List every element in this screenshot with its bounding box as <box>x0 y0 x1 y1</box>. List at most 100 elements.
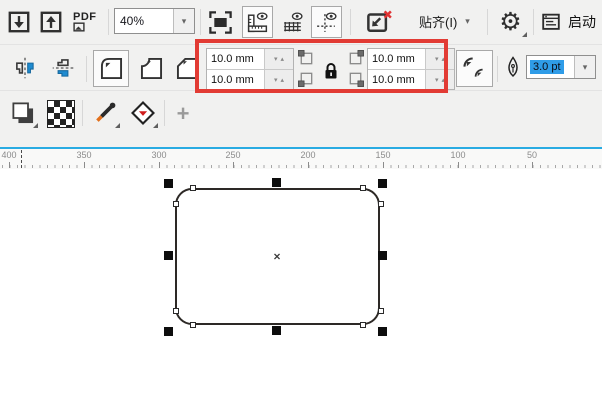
zoom-dropdown-button[interactable]: ▾ <box>173 9 194 33</box>
snap-to-label: 贴齐(I) <box>419 15 458 30</box>
ruler-major-tick <box>9 162 10 168</box>
ruler-origin-marker <box>21 150 22 168</box>
corner-node[interactable] <box>378 308 384 314</box>
separator <box>108 9 109 35</box>
add-button[interactable]: + <box>170 99 196 129</box>
ruler-label: 50 <box>526 150 538 160</box>
import-button[interactable] <box>4 7 34 37</box>
drawing-app-window: PDF 40% ▾ 贴齐(I) ▾ ⚙ 启动 10.0 mm ▾ ▴ 10.0 … <box>0 0 602 410</box>
scalloped-corner-icon <box>140 57 162 80</box>
pdf-image-icon <box>73 22 85 32</box>
corner-node[interactable] <box>360 185 366 191</box>
scalloped-corner-button[interactable] <box>133 50 169 87</box>
show-rulers-toggle[interactable] <box>242 6 273 38</box>
separator <box>164 100 165 126</box>
rulers-icon <box>247 11 268 32</box>
outline-width-combo[interactable]: 3.0 pt ▾ <box>526 55 596 79</box>
ruler-major-tick <box>84 162 85 168</box>
mirror-horizontal-button[interactable] <box>10 53 40 83</box>
selection-handle-middle-left[interactable] <box>164 251 173 260</box>
zoom-level-combo[interactable]: 40% ▾ <box>114 8 195 34</box>
ruler-major-tick <box>159 162 160 168</box>
separator <box>82 100 83 126</box>
snap-to-menu[interactable]: 贴齐(I) ▾ <box>419 12 470 31</box>
ruler-major-tick <box>532 162 533 168</box>
ruler-label: 250 <box>225 150 241 160</box>
outline-width-value[interactable]: 3.0 pt <box>527 56 574 78</box>
mirror-horizontal-icon <box>16 57 34 79</box>
publish-pdf-button[interactable]: PDF <box>69 5 105 39</box>
ruler-label: 200 <box>300 150 316 160</box>
snap-off-button[interactable] <box>358 5 400 39</box>
object-center-mark[interactable]: × <box>273 250 280 264</box>
corner-node[interactable] <box>378 201 384 207</box>
selection-handle-top-right[interactable] <box>378 179 387 188</box>
ruler-major-tick <box>233 162 234 168</box>
ruler-label: 100 <box>450 150 466 160</box>
gear-icon: ⚙ <box>499 7 522 36</box>
selection-handle-top-left[interactable] <box>164 179 173 188</box>
selection-handle-top-center[interactable] <box>272 178 281 187</box>
import-icon <box>8 11 30 33</box>
ruler-minor-ticks <box>2 165 602 168</box>
pdf-label: PDF <box>73 11 97 23</box>
flyout-corner-icon <box>522 32 527 37</box>
ruler-label: 400 <box>1 150 17 160</box>
selection-handle-bottom-center[interactable] <box>272 326 281 335</box>
outline-width-selected-text: 3.0 pt <box>530 60 564 74</box>
flyout-corner-icon <box>153 123 158 128</box>
plus-icon: + <box>176 101 190 126</box>
wireframe-duplicate-button[interactable] <box>6 96 40 130</box>
fill-color-button[interactable] <box>126 96 160 130</box>
show-guidelines-toggle[interactable] <box>311 6 342 38</box>
ruler-major-tick <box>458 162 459 168</box>
selection-handle-bottom-left[interactable] <box>164 327 173 336</box>
export-icon <box>40 11 62 33</box>
ruler-label: 150 <box>375 150 391 160</box>
corner-node[interactable] <box>190 185 196 191</box>
corner-node[interactable] <box>360 322 366 328</box>
relative-corner-scaling-toggle[interactable] <box>456 50 493 87</box>
corner-node[interactable] <box>190 322 196 328</box>
separator <box>487 9 488 35</box>
ruler-label: 300 <box>151 150 167 160</box>
ruler-major-tick <box>308 162 309 168</box>
separator <box>533 9 534 35</box>
selection-handle-bottom-right[interactable] <box>378 327 387 336</box>
flyout-corner-icon <box>115 123 120 128</box>
transparency-button[interactable] <box>46 99 76 129</box>
ruler-major-tick <box>383 162 384 168</box>
checkerboard-icon <box>47 100 75 128</box>
chevron-down-icon: ▾ <box>465 16 470 26</box>
horizontal-ruler[interactable]: 400 350 300 250 200 150 100 50 <box>0 149 602 169</box>
grid-icon <box>284 11 303 31</box>
fullscreen-preview-icon <box>208 10 232 34</box>
mirror-vertical-button[interactable] <box>48 53 78 83</box>
show-grid-toggle[interactable] <box>277 6 308 38</box>
highlight-annotation-box <box>195 39 448 93</box>
corner-node[interactable] <box>173 201 179 207</box>
outline-width-label <box>501 55 525 79</box>
selection-handle-middle-right[interactable] <box>378 251 387 260</box>
color-eyedropper-button[interactable] <box>88 96 122 130</box>
zoom-level-value: 40% <box>120 14 145 28</box>
mirror-vertical-icon <box>52 59 74 77</box>
launch-button[interactable]: 启动 <box>537 7 599 37</box>
outline-width-dropdown-button[interactable]: ▾ <box>574 56 595 78</box>
ruler-label: 350 <box>76 150 92 160</box>
options-button[interactable]: ⚙ <box>492 5 529 39</box>
chevron-down-icon: ▾ <box>181 15 187 26</box>
relative-corner-scaling-icon <box>462 56 483 77</box>
separator <box>200 9 201 35</box>
guidelines-icon <box>317 11 337 32</box>
launch-window-icon <box>542 13 560 30</box>
separator <box>86 56 87 82</box>
launch-label: 启动 <box>568 14 596 30</box>
corner-node[interactable] <box>173 308 179 314</box>
round-corner-button[interactable] <box>93 50 129 87</box>
flyout-corner-icon <box>33 123 38 128</box>
export-button[interactable] <box>36 7 66 37</box>
fullscreen-preview-button[interactable] <box>204 6 236 38</box>
pen-nib-icon <box>508 56 518 78</box>
chevron-down-icon: ▾ <box>582 61 588 72</box>
